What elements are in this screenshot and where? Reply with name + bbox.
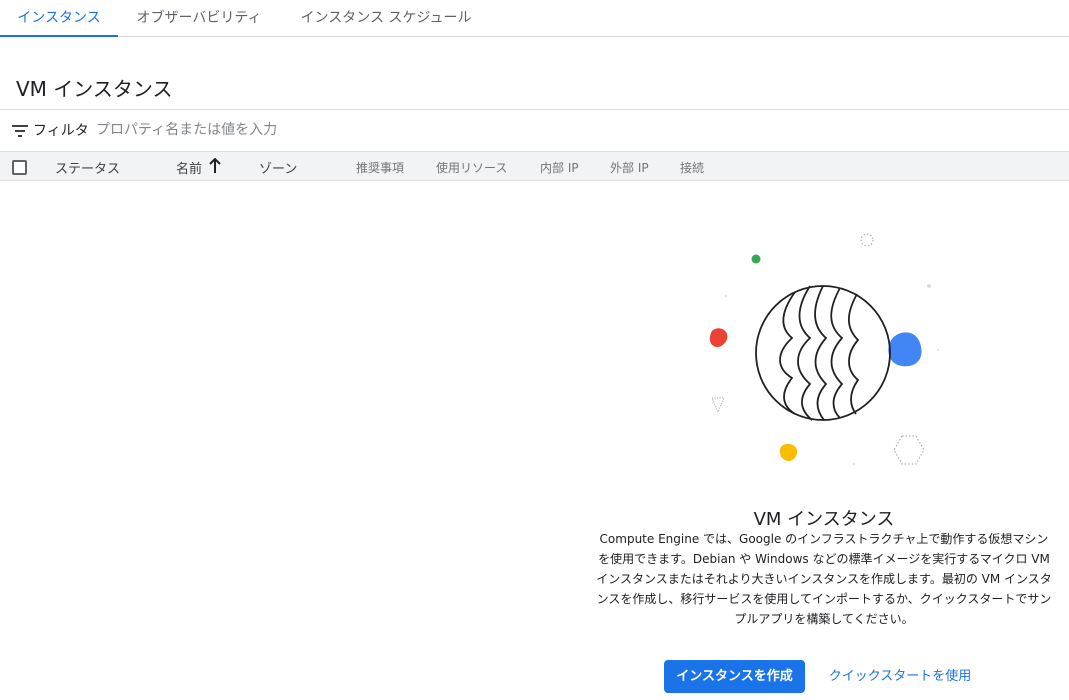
- empty-state-description: Compute Engine では、Google のインフラストラクチャ上で動作…: [596, 532, 1052, 626]
- tab-instance-schedules[interactable]: インスタンス スケジュール: [296, 0, 476, 36]
- red-blob: [709, 328, 728, 348]
- divider: [0, 109, 1069, 110]
- tiny-dot: [725, 295, 727, 297]
- column-internal-ip[interactable]: 内部 IP: [540, 159, 579, 176]
- tiny-dot: [853, 463, 855, 465]
- green-dot: [751, 254, 761, 264]
- vm-instances-illustration: [709, 233, 939, 465]
- column-zone[interactable]: ゾーン: [259, 158, 297, 177]
- use-quickstart-button[interactable]: クイックスタートを使用: [820, 660, 980, 693]
- table-header: ステータス 名前 ゾーン 推奨事項 使用リソース 内部 IP 外部 IP 接続: [0, 151, 1069, 181]
- column-connect[interactable]: 接続: [680, 159, 704, 176]
- tab-bar: インスタンス オブザーバビリティ インスタンス スケジュール: [0, 0, 1069, 37]
- tab-observability[interactable]: オブザーバビリティ: [128, 0, 270, 36]
- dotted-ring-top: [860, 233, 874, 247]
- gray-dot: [927, 284, 931, 288]
- filter-label[interactable]: フィルタ: [33, 120, 89, 140]
- column-in-use-by[interactable]: 使用リソース: [436, 159, 507, 176]
- empty-state-title: VM インスタンス: [753, 509, 895, 530]
- create-instance-button[interactable]: インスタンスを作成: [664, 660, 805, 693]
- column-status[interactable]: ステータス: [55, 158, 120, 177]
- yellow-blob: [779, 443, 798, 462]
- dotted-hexagon: [893, 435, 925, 465]
- tab-instances[interactable]: インスタンス: [0, 0, 118, 37]
- filter-icon[interactable]: [12, 124, 28, 138]
- filter-input[interactable]: [96, 118, 996, 142]
- page-title: VM インスタンス: [16, 77, 173, 101]
- column-external-ip[interactable]: 外部 IP: [610, 159, 649, 176]
- blue-blob: [888, 332, 922, 367]
- column-name[interactable]: 名前: [176, 158, 202, 177]
- sort-ascending-icon[interactable]: [208, 158, 222, 174]
- dotted-triangle: [711, 397, 725, 414]
- tiny-dot: [937, 349, 939, 351]
- select-all-checkbox[interactable]: [12, 160, 27, 175]
- column-recommendations[interactable]: 推奨事項: [356, 159, 404, 176]
- globe-icon: [755, 285, 891, 421]
